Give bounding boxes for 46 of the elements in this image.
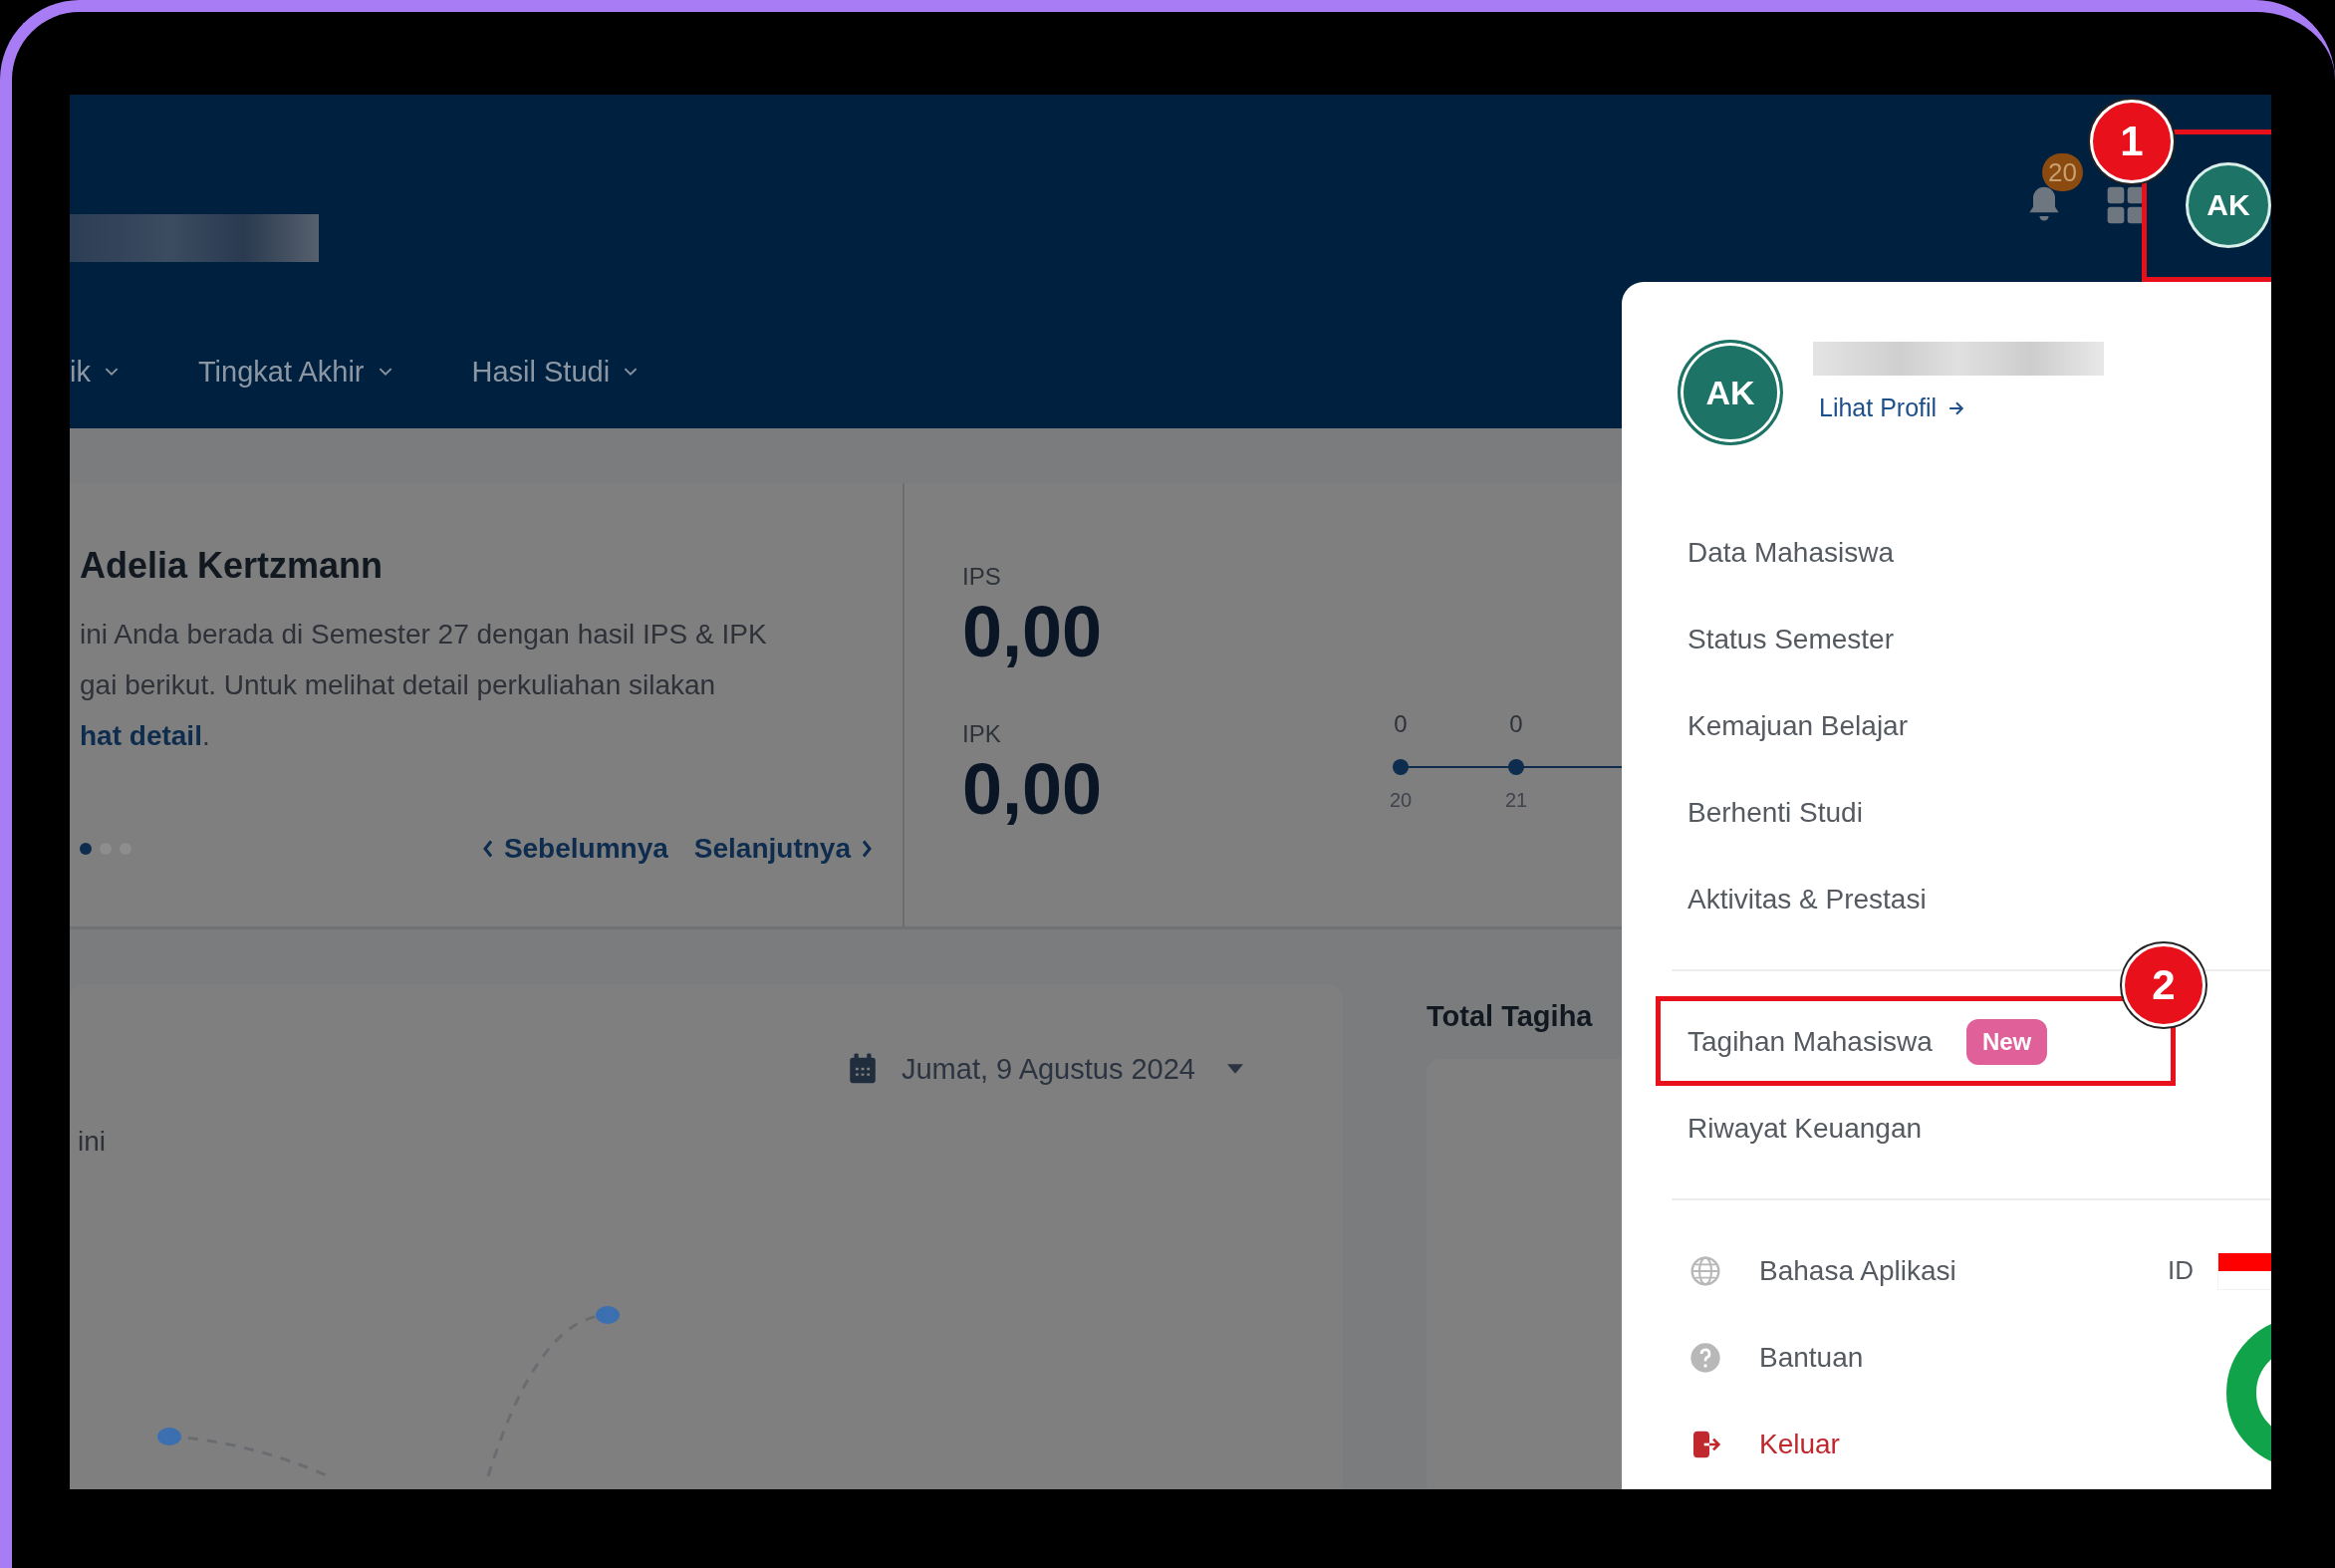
timeline-value: 0 (1509, 710, 1523, 737)
arrow-right-icon (1948, 400, 1965, 415)
carousel-dot[interactable] (80, 843, 92, 855)
nav-menu-item[interactable]: ik (70, 356, 119, 389)
score-value: 0,00 (962, 591, 1104, 672)
user-avatar: AK (1678, 340, 1783, 445)
score-value: 0,00 (962, 748, 1104, 830)
chevron-down-icon (104, 368, 119, 377)
previous-button[interactable]: Sebelumnya (481, 833, 668, 865)
menu-item[interactable]: Berhenti Studi (1687, 796, 1863, 829)
user-avatar[interactable]: AK (2186, 162, 2271, 248)
menu-item[interactable]: Keluar (1759, 1428, 1840, 1460)
schedule-text: ini (78, 1126, 107, 1158)
nav-menu-item[interactable]: Tingkat Akhir (197, 356, 392, 389)
menu-item[interactable]: Riwayat Keuangan (1687, 1112, 1923, 1145)
menu-item[interactable]: Bahasa Aplikasi (1759, 1254, 1956, 1287)
help-icon (1689, 1341, 1721, 1374)
next-button[interactable]: Selanjutnya (693, 833, 873, 865)
language-code: ID (2168, 1255, 2194, 1286)
chevron-right-icon (861, 840, 873, 858)
timeline-point (1508, 759, 1524, 775)
billing-title: Total Tagiha (1427, 1000, 1593, 1033)
menu-item[interactable]: Data Mahasiswa (1687, 536, 1894, 569)
caret-icon (1227, 1064, 1243, 1074)
menu-item[interactable]: Status Semester (1687, 623, 1894, 655)
view-profile-link[interactable]: Lihat Profil (1813, 393, 2104, 422)
timeline-point (1393, 759, 1409, 775)
menu-item[interactable]: Kemajuan Belajar (1687, 709, 1909, 742)
chevron-down-icon (378, 368, 392, 377)
globe-icon (1689, 1254, 1721, 1287)
score-label: IPS (962, 563, 1002, 591)
detail-link[interactable]: hat detail (80, 720, 202, 751)
timeline-value: 0 (1394, 710, 1408, 737)
chevron-left-icon (481, 840, 494, 858)
semester-label: 20 (1389, 789, 1413, 811)
chevron-down-icon (624, 368, 639, 377)
menu-item[interactable]: Bantuan (1759, 1341, 1864, 1374)
menu-item[interactable]: Tagihan Mahasiswa (1687, 1025, 1933, 1058)
semester-label: 21 (1504, 789, 1528, 811)
welcome-title: Adelia Kertzmann (80, 545, 385, 587)
notification-count: 20 (2042, 153, 2083, 191)
nav-menu-item[interactable]: Hasil Studi (471, 356, 639, 389)
score-label: IPK (962, 720, 1002, 748)
menu-item[interactable]: Aktivitas & Prestasi (1687, 883, 1927, 915)
welcome-text: ini Anda berada di Semester 27 dengan hasil IPS & IPK gai berikut. Untuk melihat detail perkuliahan silakan hat detail. (80, 618, 768, 753)
new-badge: New (1965, 1018, 2048, 1065)
